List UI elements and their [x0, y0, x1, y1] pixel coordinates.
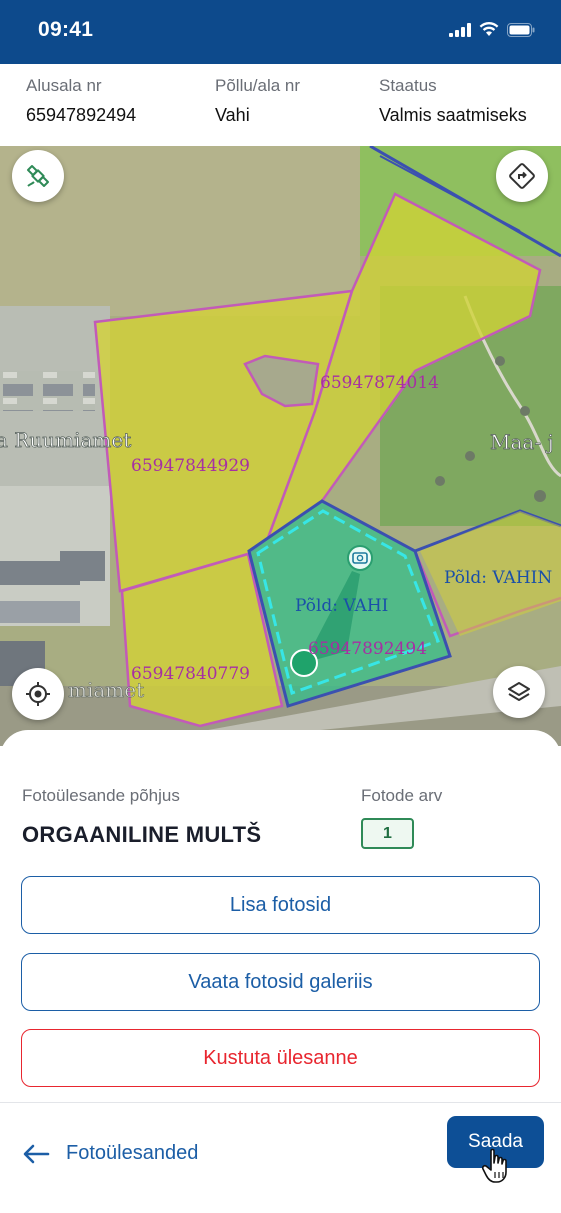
parcel-number-label: Alusala nr: [26, 76, 102, 95]
field-number-label: Põllu/ala nr: [215, 76, 301, 95]
map-canvas[interactable]: a Ruumiamet Maa- j miamet 65947874014 65…: [0, 146, 561, 746]
reason-label: Fotoülesande põhjus: [22, 786, 180, 805]
task-details-sheet: Fotoülesande põhjus ORGAANILINE MULTŠ Fo…: [0, 730, 561, 1213]
status-field: Staatus Valmis saatmiseks: [379, 76, 527, 126]
layers-button[interactable]: [493, 666, 545, 718]
back-to-tasks-link[interactable]: Fotoülesanded: [22, 1142, 198, 1165]
status-time: 09:41: [38, 18, 94, 41]
directions-icon: [509, 163, 535, 189]
place-label: Maa- j: [490, 430, 554, 454]
locate-icon: [26, 682, 50, 706]
directions-button[interactable]: [496, 150, 548, 202]
status-label: Staatus: [379, 76, 437, 95]
camera-icon[interactable]: [347, 545, 373, 571]
photo-count-badge: 1: [361, 818, 414, 849]
delete-task-button[interactable]: Kustuta ülesanne: [21, 1029, 540, 1087]
status-value: Valmis saatmiseks: [379, 105, 527, 125]
reason-value: ORGAANILINE MULTŠ: [22, 822, 262, 847]
parcel-number-field: Alusala nr 65947892494: [26, 76, 136, 126]
photo-count-label: Fotode arv: [361, 786, 443, 805]
satellite-view-button[interactable]: [12, 150, 64, 202]
parcel-id-label: 65947892494: [308, 639, 427, 659]
signal-icon: [449, 22, 471, 37]
field-label: Põld: VAHI: [295, 596, 388, 616]
parcel-number-value: 65947892494: [26, 105, 137, 125]
back-link-label: Fotoülesanded: [66, 1142, 199, 1164]
wifi-icon: [479, 22, 499, 36]
layers-icon: [508, 682, 530, 701]
parcel-id-label: 65947840779: [131, 664, 250, 684]
hand-cursor-icon: [482, 1148, 507, 1183]
view-gallery-button[interactable]: Vaata fotosid galeriis: [21, 953, 540, 1011]
battery-icon: [507, 22, 535, 37]
place-label: a Ruumiamet: [0, 428, 131, 452]
footer-divider: [0, 1102, 561, 1103]
field-number-field: Põllu/ala nr Vahi: [215, 76, 300, 126]
status-icons: [449, 22, 535, 37]
status-bar: 09:41: [0, 0, 561, 64]
field-number-value: Vahi: [215, 105, 250, 125]
arrow-left-icon: [22, 1144, 50, 1164]
parcel-id-label: 65947874014: [320, 373, 439, 393]
satellite-icon: [27, 165, 49, 187]
parcel-id-label: 65947844929: [131, 456, 250, 476]
locate-me-button[interactable]: [12, 668, 64, 720]
map-view[interactable]: a Ruumiamet Maa- j miamet 65947874014 65…: [0, 146, 561, 746]
task-info-header: Alusala nr 65947892494 Põllu/ala nr Vahi…: [0, 64, 561, 146]
field-label: Põld: VAHIN: [444, 568, 552, 588]
add-photos-button[interactable]: Lisa fotosid: [21, 876, 540, 934]
